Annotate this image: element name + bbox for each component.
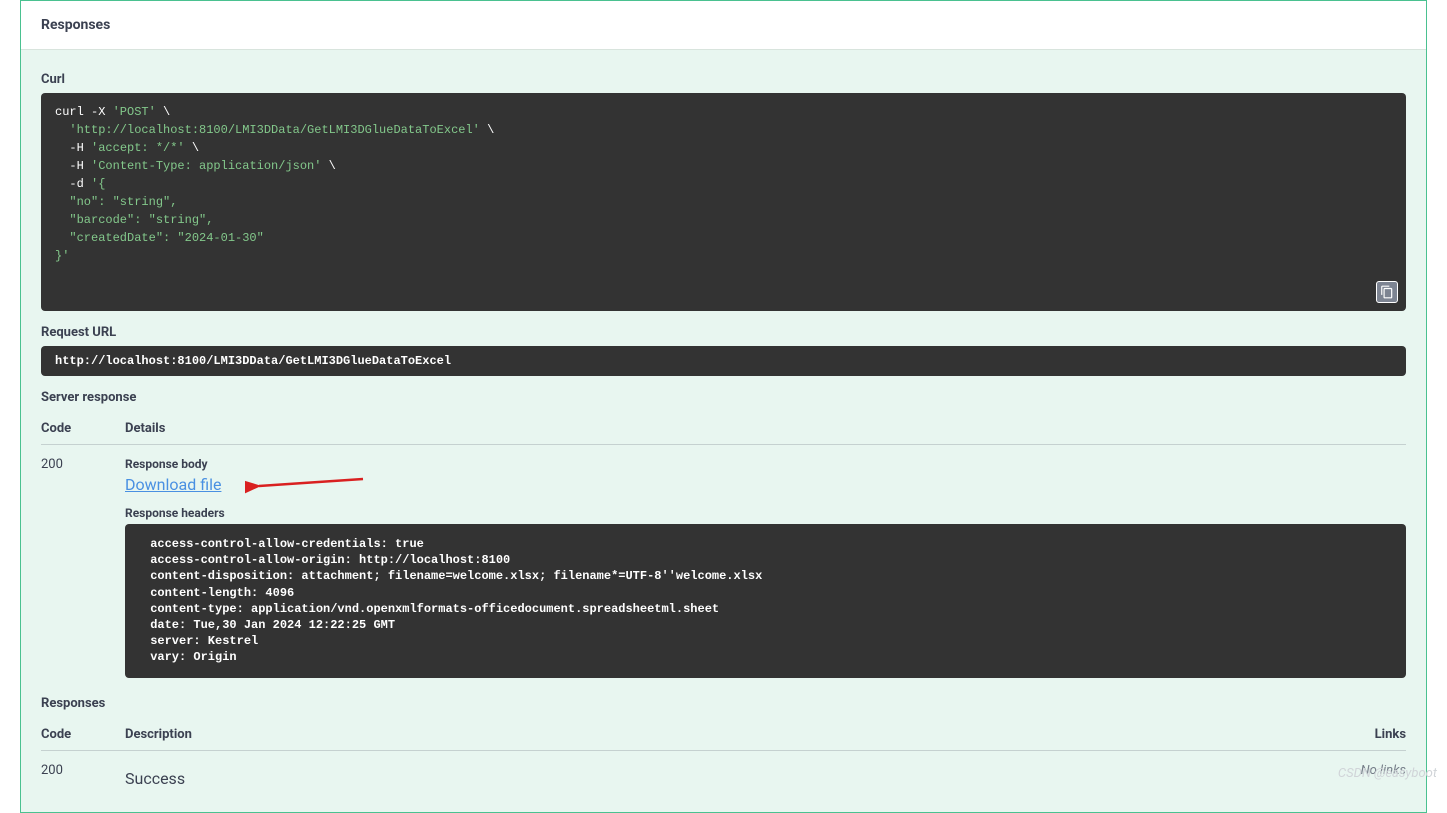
curl-end: \ <box>156 105 170 119</box>
responses-list-label: Responses <box>41 696 1406 711</box>
copy-button[interactable] <box>1376 281 1398 303</box>
curl-label: Curl <box>41 72 1406 87</box>
success-text: Success <box>125 763 1286 794</box>
curl-cmd: curl -X <box>55 105 113 119</box>
responses-header: Responses <box>21 1 1426 50</box>
curl-header: 'accept: */*' <box>91 141 185 155</box>
response-description: Success <box>125 763 1286 794</box>
server-response-label: Server response <box>41 390 1406 405</box>
curl-str: 'POST' <box>113 105 156 119</box>
header-details: Details <box>125 421 1406 436</box>
status-code-200: 200 <box>41 763 125 794</box>
download-file-link[interactable]: Download file <box>125 475 221 494</box>
swagger-panel: Responses Curl curl -X 'POST' \ 'http://… <box>20 0 1427 813</box>
response-row: 200 Response body Download file Response <box>41 445 1406 692</box>
curl-header: 'Content-Type: application/json' <box>91 159 321 173</box>
response-headers-label: Response headers <box>125 506 1406 520</box>
curl-h: -H <box>55 159 91 173</box>
responses-body: Curl curl -X 'POST' \ 'http://localhost:… <box>21 50 1426 812</box>
response-table-header: Code Details <box>41 411 1406 445</box>
request-url-label: Request URL <box>41 325 1406 340</box>
curl-h: -H <box>55 141 91 155</box>
response-details: Response body Download file Response hea… <box>125 457 1406 692</box>
curl-end: \ <box>185 141 199 155</box>
header-links: Links <box>1286 727 1406 742</box>
responses-list-header: Code Description Links <box>41 717 1406 751</box>
curl-end: \ <box>321 159 335 173</box>
curl-end: \ <box>480 123 494 137</box>
watermark: CSDN @easyboot <box>1338 766 1437 781</box>
responses-list-row: 200 Success No links <box>41 751 1406 794</box>
curl-url: 'http://localhost:8100/LMI3DData/GetLMI3… <box>55 123 480 137</box>
arrow-annotation-icon <box>245 469 375 499</box>
status-code: 200 <box>41 457 125 692</box>
curl-code-block: curl -X 'POST' \ 'http://localhost:8100/… <box>41 93 1406 311</box>
response-headers-block: access-control-allow-credentials: true a… <box>125 524 1406 678</box>
header-code: Code <box>41 421 125 436</box>
header-description: Description <box>125 727 1286 742</box>
curl-d: -d <box>55 177 91 191</box>
responses-title: Responses <box>41 17 1406 33</box>
header-code: Code <box>41 727 125 742</box>
download-wrapper: Download file <box>125 475 1406 506</box>
clipboard-icon <box>1380 285 1394 299</box>
request-url-value: http://localhost:8100/LMI3DData/GetLMI3D… <box>41 346 1406 376</box>
